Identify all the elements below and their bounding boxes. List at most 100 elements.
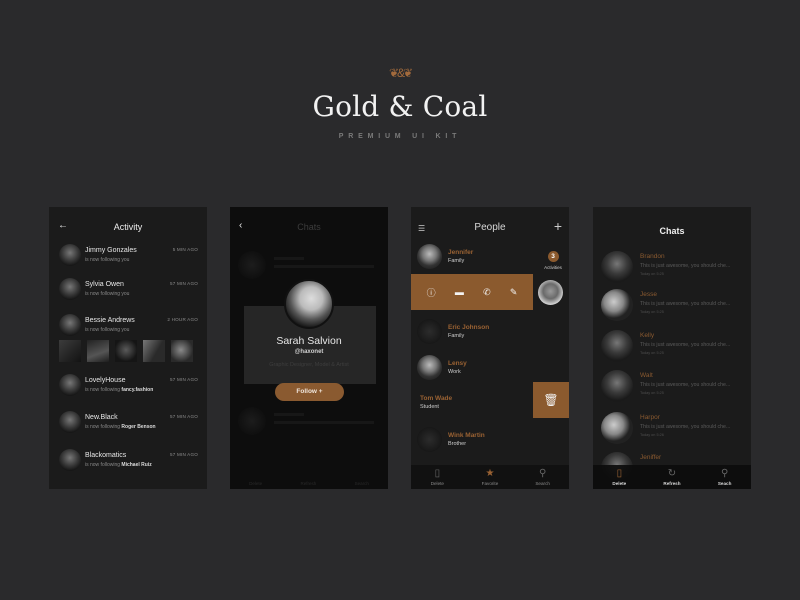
back-arrow-icon[interactable]: ← <box>58 220 68 231</box>
info-icon[interactable]: ⓘ <box>427 286 436 299</box>
activity-name: Bessie Andrews <box>85 317 135 324</box>
avatar <box>59 278 81 300</box>
tab-favorite[interactable]: ★ Favorite <box>470 468 510 486</box>
chat-item[interactable]: Brandon This is just awesome, you should… <box>593 251 751 291</box>
chat-item[interactable]: Harpor This is just awesome, you should … <box>593 412 751 452</box>
tab-label: Delete <box>612 481 627 486</box>
star-icon: ★ <box>485 468 495 479</box>
tab-search[interactable]: ⚲ Search <box>523 468 563 486</box>
search-icon: ⚲ <box>538 468 547 479</box>
activity-item[interactable]: Blackomatics is now following Michael Ru… <box>49 449 207 479</box>
activity-action: is now following <box>85 387 121 393</box>
tab-label: Delete <box>430 481 444 486</box>
activity-time: 2 HOUR AGO <box>167 317 198 322</box>
search-icon: ⚲ <box>720 468 729 479</box>
activity-name: New.Black <box>85 414 118 421</box>
activity-target[interactable]: Michael Ruiz <box>121 462 151 468</box>
activity-topbar: ← Activity <box>49 207 207 247</box>
profile-handle: @haxonet <box>294 349 324 355</box>
profile-screen: ‹ Chats Sarah Salvion @haxonet Graphic D… <box>230 207 388 489</box>
tab-label: Seach <box>717 481 732 486</box>
add-icon[interactable]: + <box>554 218 562 234</box>
avatar <box>59 314 81 336</box>
activities-indicator[interactable]: 3 Activities <box>537 245 569 270</box>
avatar <box>59 244 81 266</box>
activity-text: is now following you <box>85 257 129 263</box>
photo-thumbnails <box>59 340 201 362</box>
chat-item[interactable]: Jesse This is just awesome, you should c… <box>593 289 751 329</box>
person-row[interactable]: Jennifer Family <box>411 244 533 274</box>
activity-item[interactable]: New.Black is now following Roger Benson … <box>49 411 207 441</box>
activity-action: is now following you <box>85 257 130 263</box>
phone-icon[interactable]: ✆ <box>483 287 491 298</box>
edit-icon[interactable]: ✎ <box>510 287 518 298</box>
ghost-line <box>274 265 374 268</box>
ghost-line <box>274 421 374 424</box>
delete-button[interactable]: 🗑 <box>533 382 569 418</box>
activity-action: is now following you <box>85 291 130 297</box>
people-screen: ☰ People + Jennifer Family 3 Activities … <box>411 207 569 489</box>
profile-bio: Graphic Designer, Model & Artist <box>269 362 349 368</box>
follow-button[interactable]: Follow + <box>275 383 344 401</box>
brand-title: Gold & Coal <box>312 90 488 123</box>
chat-preview: This is just awesome, you should che... <box>640 424 731 430</box>
tab-search[interactable]: ⚲ Seach <box>705 468 745 486</box>
chat-item[interactable]: Kelly This is just awesome, you should c… <box>593 330 751 370</box>
activity-title: Activity <box>113 222 143 232</box>
activity-target[interactable]: Roger Benson <box>121 424 155 430</box>
photo-thumbnail[interactable] <box>87 340 109 362</box>
chat-time: Today on 5:25 <box>640 272 664 276</box>
avatar <box>417 355 442 380</box>
photo-thumbnail[interactable] <box>143 340 165 362</box>
ornament-icon: ❦&❦ <box>388 66 413 80</box>
avatar <box>238 251 266 279</box>
activity-item[interactable]: Jimmy Gonzales is now following you 5 MI… <box>49 244 207 274</box>
avatar <box>417 319 442 344</box>
activity-item[interactable]: LovelyHouse is now following fancy.fashi… <box>49 374 207 404</box>
person-row[interactable]: Wink Martin Brother <box>411 427 533 457</box>
activity-time: 57 MIN AGO <box>169 281 198 286</box>
trash-icon: 🗑 <box>543 393 559 407</box>
people-topbar: ☰ People + <box>411 207 569 247</box>
activity-time: 57 MIN AGO <box>169 377 198 382</box>
photo-thumbnail[interactable] <box>115 340 137 362</box>
activity-item[interactable]: Sylvia Owen is now following you 57 MIN … <box>49 278 207 308</box>
activity-avatar[interactable] <box>538 280 563 305</box>
chat-name: Jesse <box>640 291 657 298</box>
chats-tabbar: ▯ Delete ↻ Refresh ⚲ Seach <box>593 465 751 489</box>
video-call-icon[interactable]: ▬ <box>455 287 464 297</box>
chat-time: Today on 5:26 <box>640 433 664 437</box>
person-row[interactable]: Eric Johnson Family <box>411 319 533 349</box>
chats-screen: Chats Brandon This is just awesome, you … <box>593 207 751 489</box>
photo-thumbnail[interactable] <box>171 340 193 362</box>
avatar <box>417 244 442 269</box>
photo-thumbnail[interactable] <box>59 340 81 362</box>
avatar <box>601 330 633 362</box>
person-relation: Family <box>448 333 465 339</box>
people-title: People <box>474 221 506 233</box>
chat-time: Today on 5:25 <box>640 351 664 355</box>
activity-target[interactable]: fancy.fashion <box>121 387 153 393</box>
tab-delete[interactable]: ▯ Delete <box>599 468 639 486</box>
avatar <box>601 251 633 283</box>
list-menu-icon[interactable]: ☰ <box>418 224 425 233</box>
back-chevron-icon[interactable]: ‹ <box>239 220 242 231</box>
swipe-action-bar: ⓘ ▬ ✆ ✎ <box>411 274 533 310</box>
person-row[interactable]: Lensy Work <box>411 355 533 385</box>
activity-text: is now following Michael Ruiz <box>85 462 152 468</box>
activities-label: Activities <box>544 265 562 270</box>
tab-refresh[interactable]: ↻ Refresh <box>652 468 692 486</box>
chat-preview: This is just awesome, you should che... <box>640 301 731 307</box>
chat-preview: This is just awesome, you should che... <box>640 342 731 348</box>
tab-delete[interactable]: ▯ Delete <box>417 468 457 486</box>
chat-item[interactable]: Walt This is just awesome, you should ch… <box>593 370 751 410</box>
person-row-swiped[interactable]: Tom Wade Student <box>411 390 533 420</box>
activity-text: is now following you <box>85 327 129 333</box>
avatar <box>417 427 442 452</box>
activity-name: Sylvia Owen <box>85 281 124 288</box>
background-tabbar: Delete Refresh Search <box>230 467 388 489</box>
avatar <box>601 412 633 444</box>
chat-preview: This is just awesome, you should che... <box>640 263 731 269</box>
refresh-icon: ↻ <box>667 468 677 479</box>
chat-name: Kelly <box>640 332 655 339</box>
